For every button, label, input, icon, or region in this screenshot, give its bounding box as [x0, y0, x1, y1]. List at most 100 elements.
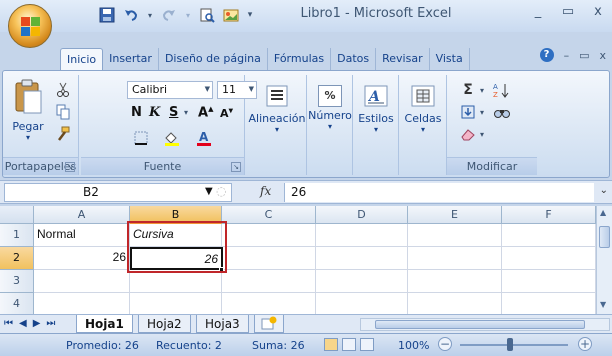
row-header-3[interactable]: 3 — [0, 270, 34, 293]
formula-input[interactable]: 26 — [284, 183, 594, 202]
sheet-tab-hoja2[interactable]: Hoja2 — [138, 315, 191, 333]
zoom-slider-thumb[interactable] — [507, 338, 513, 351]
next-sheet-icon[interactable]: ▶ — [33, 318, 41, 329]
office-button[interactable] — [8, 4, 52, 48]
cell-e1[interactable] — [408, 224, 502, 247]
tab-revisar[interactable]: Revisar — [376, 48, 430, 72]
italic-button[interactable]: K — [149, 105, 160, 120]
zoom-in-icon[interactable]: + — [578, 337, 592, 351]
name-box[interactable]: B2 ▼ — [4, 183, 232, 202]
cell-f2[interactable] — [502, 247, 596, 270]
tab-formulas[interactable]: Fórmulas — [268, 48, 332, 72]
clear-dropdown-icon[interactable]: ▾ — [477, 125, 487, 143]
font-color-icon[interactable]: A — [191, 129, 219, 147]
sheet-tab-hoja3[interactable]: Hoja3 — [196, 315, 249, 333]
tab-insertar[interactable]: Insertar — [103, 48, 159, 72]
cell-c1[interactable] — [222, 224, 316, 247]
fill-dropdown-icon[interactable]: ▾ — [477, 103, 487, 121]
vertical-scrollbar[interactable]: ▲ ▼ — [596, 206, 612, 314]
page-layout-view-icon[interactable] — [342, 338, 356, 351]
cell-d2[interactable] — [316, 247, 408, 270]
cell-f1[interactable] — [502, 224, 596, 247]
cell-b4[interactable] — [130, 293, 222, 314]
tab-diseno-de-pagina[interactable]: Diseño de página — [159, 48, 268, 72]
column-header-a[interactable]: A — [34, 206, 130, 224]
horizontal-scrollbar[interactable] — [360, 318, 610, 331]
tab-inicio[interactable]: Inicio — [60, 48, 104, 72]
prev-sheet-icon[interactable]: ◀ — [19, 318, 27, 329]
column-header-c[interactable]: C — [222, 206, 316, 224]
alignment-button[interactable]: Alineación ▾ — [247, 85, 307, 134]
column-header-e[interactable]: E — [408, 206, 502, 224]
formula-bar-handle-icon[interactable]: ◌ — [216, 184, 226, 198]
row-header-2[interactable]: 2 — [0, 247, 34, 270]
cell-f3[interactable] — [502, 270, 596, 293]
styles-button[interactable]: A Estilos ▾ — [353, 85, 399, 134]
cell-d3[interactable] — [316, 270, 408, 293]
copy-icon[interactable] — [53, 103, 73, 121]
font-name-select[interactable]: Calibri ▼ — [127, 81, 213, 99]
sort-filter-icon[interactable]: AZ — [489, 81, 515, 99]
cell-c3[interactable] — [222, 270, 316, 293]
normal-view-icon[interactable] — [324, 338, 338, 351]
page-break-view-icon[interactable] — [360, 338, 374, 351]
restore-button[interactable]: ▭ — [560, 4, 576, 19]
grow-font-icon[interactable]: A▲ — [198, 105, 213, 120]
format-painter-icon[interactable] — [53, 125, 73, 143]
fill-icon[interactable] — [457, 103, 479, 121]
chevron-down-icon[interactable]: ▼ — [205, 186, 213, 197]
cell-a4[interactable] — [34, 293, 130, 314]
column-header-f[interactable]: F — [502, 206, 596, 224]
last-sheet-icon[interactable]: ⏭ — [46, 318, 55, 329]
select-all-corner[interactable] — [0, 206, 34, 224]
cut-icon[interactable] — [53, 81, 73, 99]
font-launcher-icon[interactable]: ↘ — [231, 162, 241, 172]
cells-button[interactable]: Celdas ▾ — [399, 85, 447, 134]
cell-e3[interactable] — [408, 270, 502, 293]
borders-icon[interactable] — [129, 129, 153, 147]
shrink-font-icon[interactable]: A▼ — [220, 107, 233, 120]
tab-vista[interactable]: Vista — [430, 48, 470, 72]
autosum-dropdown-icon[interactable]: ▾ — [477, 81, 487, 99]
insert-sheet-icon[interactable] — [254, 315, 284, 333]
tab-datos[interactable]: Datos — [331, 48, 377, 72]
zoom-level[interactable]: 100% — [398, 339, 429, 352]
help-icon[interactable]: ? — [539, 48, 554, 62]
vertical-scroll-thumb[interactable] — [599, 226, 610, 248]
workbook-close-icon[interactable]: x — [599, 49, 606, 62]
zoom-slider-track[interactable] — [460, 344, 568, 346]
column-header-d[interactable]: D — [316, 206, 408, 224]
underline-button[interactable]: S — [169, 105, 178, 120]
cell-a2[interactable]: 26 — [34, 247, 130, 270]
cell-c2[interactable] — [223, 247, 316, 270]
row-header-4[interactable]: 4 — [0, 293, 34, 314]
number-button[interactable]: % Número ▾ — [307, 85, 353, 131]
cell-b3[interactable] — [130, 270, 222, 293]
cell-d4[interactable] — [316, 293, 408, 314]
cell-a3[interactable] — [34, 270, 130, 293]
minimize-button[interactable]: _ — [530, 4, 546, 19]
cell-c4[interactable] — [222, 293, 316, 314]
cell-e2[interactable] — [408, 247, 502, 270]
autosum-icon[interactable]: Σ — [457, 81, 479, 99]
fill-color-icon[interactable] — [159, 129, 187, 147]
ribbon-minimize-icon[interactable]: – — [564, 49, 570, 62]
cell-a1[interactable]: Normal — [34, 224, 130, 247]
clear-icon[interactable] — [457, 125, 479, 143]
insert-function-icon[interactable]: fx — [260, 184, 271, 198]
workbook-restore-icon[interactable]: ▭ — [579, 49, 589, 62]
clipboard-launcher-icon[interactable]: ↘ — [65, 162, 75, 172]
first-sheet-icon[interactable]: ⏮ — [4, 318, 13, 329]
zoom-out-icon[interactable]: − — [438, 337, 452, 351]
underline-dropdown-icon[interactable]: ▾ — [184, 108, 188, 117]
sheet-tab-hoja1[interactable]: Hoja1 — [76, 315, 133, 333]
scroll-up-icon[interactable]: ▲ — [600, 208, 606, 217]
expand-formula-bar-icon[interactable]: ⌄ — [600, 185, 608, 196]
close-button[interactable]: x — [590, 4, 606, 19]
scroll-down-icon[interactable]: ▼ — [600, 300, 606, 309]
cell-d1[interactable] — [316, 224, 408, 247]
bold-button[interactable]: N — [131, 105, 142, 120]
paste-button[interactable]: Pegar ▾ — [9, 79, 47, 142]
horizontal-scroll-thumb[interactable] — [375, 320, 585, 329]
find-select-icon[interactable] — [489, 103, 515, 121]
